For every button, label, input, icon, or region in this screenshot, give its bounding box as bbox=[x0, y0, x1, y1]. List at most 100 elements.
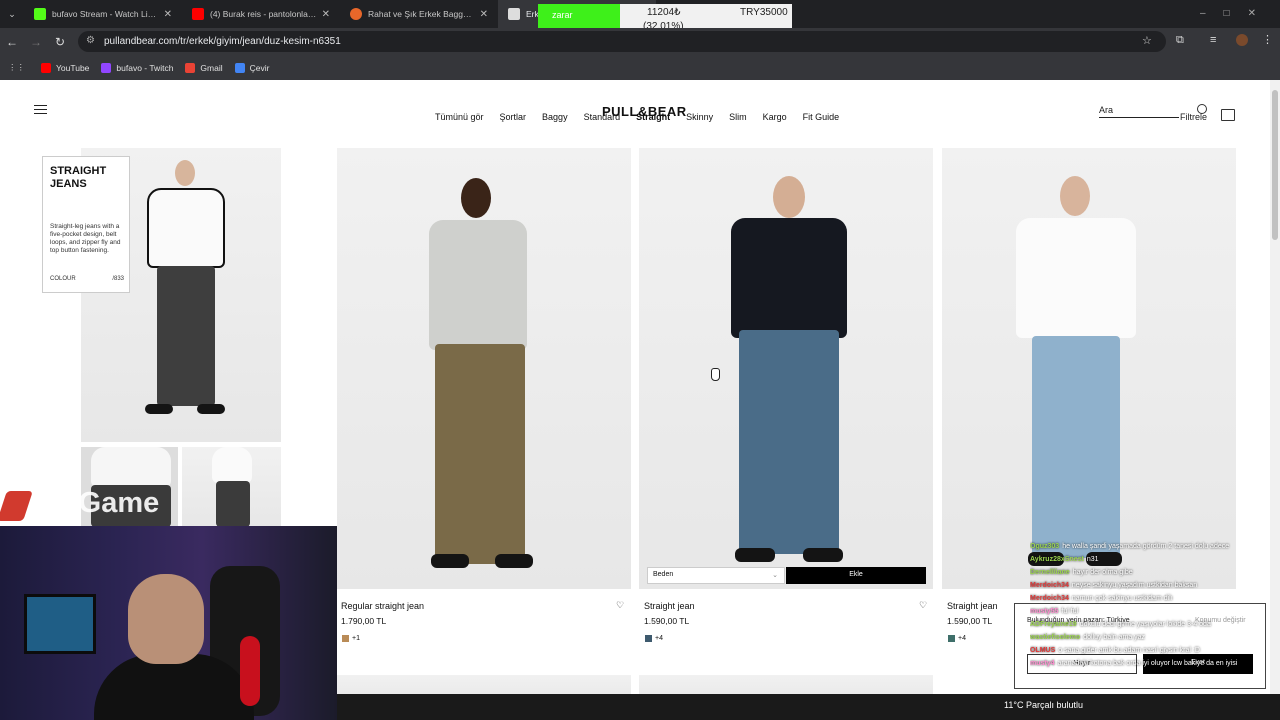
product-price: 1.590,00 TL bbox=[644, 616, 690, 626]
kick-icon bbox=[34, 8, 46, 20]
youtube-icon bbox=[41, 62, 51, 73]
hand-cursor-icon bbox=[711, 368, 720, 381]
chat-message: ADFreyaine19 dokulu dedi girme yaşıyolar … bbox=[1030, 621, 1211, 628]
chat-message: wastiefisolemo dolluy baln ama yaz bbox=[1030, 634, 1146, 641]
avatar[interactable] bbox=[1236, 34, 1248, 46]
category-cargo[interactable]: Kargo bbox=[763, 112, 787, 122]
shopping-bag-icon[interactable] bbox=[1221, 109, 1235, 121]
menu-icon[interactable]: ⋮ bbox=[1262, 33, 1273, 46]
promo-colour-label: COLOUR bbox=[50, 276, 76, 282]
product-image-3[interactable] bbox=[942, 148, 1236, 589]
bookmark-twitch[interactable]: bufavo - Twitch bbox=[101, 62, 174, 73]
back-icon[interactable]: ← bbox=[0, 35, 24, 49]
overlay-amount: 11204₺ bbox=[647, 7, 681, 18]
reload-icon[interactable]: ↻ bbox=[48, 35, 72, 49]
tab-kick[interactable]: bufavo Stream - Watch Live on ✕ bbox=[24, 0, 182, 28]
bookmark-youtube[interactable]: YouTube bbox=[41, 62, 90, 73]
overlay-goal: TRY35000 bbox=[740, 7, 788, 18]
size-select-label: Beden bbox=[653, 571, 674, 578]
chat-message: Aykruz28xSnest n31 bbox=[1030, 556, 1099, 563]
chat-message: Oguz303 he walla şandi yaşamada gördüm 2 … bbox=[1030, 543, 1230, 550]
close-icon[interactable]: ✕ bbox=[480, 9, 488, 20]
bookmark-label: Çevir bbox=[249, 62, 270, 73]
chat-message: Merdoich34 neyse sakinyu yaşadım ustkidan… bbox=[1030, 582, 1198, 589]
chat-message: musty55 ful ful bbox=[1030, 608, 1079, 615]
product-image-row2[interactable] bbox=[639, 675, 933, 694]
chat-message: Merdoich34 namun çok sakinyu ustkidam dil… bbox=[1030, 595, 1173, 602]
wishlist-heart-icon[interactable]: ♡ bbox=[616, 600, 624, 611]
apps-icon[interactable]: ⋮⋮ bbox=[8, 62, 25, 73]
star-icon[interactable]: ☆ bbox=[1142, 34, 1152, 47]
color-swatch[interactable] bbox=[645, 635, 652, 642]
product-price: 1.590,00 TL bbox=[947, 616, 993, 626]
weather-widget[interactable]: 11°C Parçalı bulutlu bbox=[1004, 700, 1083, 710]
product-name[interactable]: Straight jean bbox=[644, 601, 695, 611]
site-info-icon[interactable]: ⚙ bbox=[86, 35, 95, 46]
product-image-2[interactable] bbox=[639, 148, 933, 589]
forward-icon[interactable]: → bbox=[24, 35, 48, 49]
promo-footer: COLOUR /833 bbox=[50, 276, 124, 282]
webcam-streamer-head bbox=[128, 574, 204, 664]
promo-colour-code: /833 bbox=[112, 276, 124, 282]
product-name[interactable]: Straight jean bbox=[947, 601, 998, 611]
close-icon[interactable]: ✕ bbox=[164, 9, 172, 20]
user-icon[interactable] bbox=[1197, 104, 1207, 114]
bookmark-label: YouTube bbox=[56, 62, 90, 73]
category-nav: Tümünü gör Şortlar Baggy Standard Straig… bbox=[435, 112, 855, 122]
wishlist-heart-icon[interactable]: ♡ bbox=[919, 600, 927, 611]
category-standard[interactable]: Standard bbox=[584, 112, 621, 122]
color-swatch[interactable] bbox=[948, 635, 955, 642]
more-colors-count[interactable]: +4 bbox=[958, 635, 966, 642]
add-to-cart-button[interactable]: Ekle bbox=[786, 567, 926, 584]
bookmark-label: bufavo - Twitch bbox=[116, 62, 174, 73]
bookmark-gmail[interactable]: Gmail bbox=[185, 62, 223, 73]
search-input[interactable]: Ara bbox=[1099, 105, 1179, 118]
chat-message: Dernellliane hayır der olma gibe bbox=[1030, 569, 1133, 576]
tab-search-icon[interactable]: ⌄ bbox=[0, 9, 24, 20]
category-baggy[interactable]: Baggy bbox=[542, 112, 568, 122]
product-image-1[interactable] bbox=[337, 148, 631, 589]
bookmark-translate[interactable]: Çevir bbox=[234, 62, 270, 73]
chevron-down-icon: ⌄ bbox=[772, 572, 778, 579]
url-text: pullandbear.com/tr/erkek/giyim/jean/duz-… bbox=[104, 36, 341, 47]
tab-label: Rahat ve Şık Erkek Baggy Panto bbox=[368, 9, 476, 19]
tab-youtube[interactable]: (4) Burak reis - pantolonlarım y ✕ bbox=[182, 0, 340, 28]
category-fit-guide[interactable]: Fit Guide bbox=[803, 112, 840, 122]
media-icon[interactable]: ≡ bbox=[1210, 34, 1216, 46]
close-icon[interactable]: ✕ bbox=[322, 9, 330, 20]
hamburger-menu-icon[interactable] bbox=[34, 105, 47, 117]
promo-description: Straight-leg jeans with a five-pocket de… bbox=[50, 223, 121, 254]
promo-card[interactable]: STRAIGHT JEANS Straight-leg jeans with a… bbox=[42, 156, 130, 293]
window-controls[interactable]: –□✕ bbox=[1200, 8, 1274, 19]
extensions-icon[interactable]: ⧉ bbox=[1176, 34, 1184, 47]
pullbear-icon bbox=[508, 8, 520, 20]
webcam-feed bbox=[0, 526, 337, 720]
address-row: ← → ↻ pullandbear.com/tr/erkek/giyim/jea… bbox=[0, 28, 1280, 55]
url-bar[interactable]: pullandbear.com/tr/erkek/giyim/jean/duz-… bbox=[78, 31, 1166, 52]
stream-chat: Oguz303 he walla şandi yaşamada gördüm 2 … bbox=[1030, 540, 1272, 720]
size-select[interactable]: Beden ⌄ bbox=[647, 567, 785, 584]
color-swatch[interactable] bbox=[342, 635, 349, 642]
site-icon bbox=[350, 8, 362, 20]
youtube-icon bbox=[192, 8, 204, 20]
promo-title: STRAIGHT JEANS bbox=[50, 165, 107, 190]
category-slim[interactable]: Slim bbox=[729, 112, 747, 122]
webcam-microphone bbox=[240, 636, 260, 706]
category-all[interactable]: Tümünü gör bbox=[435, 112, 484, 122]
tab-label: (4) Burak reis - pantolonlarım y bbox=[210, 9, 318, 19]
chat-message: OLMUS o sana gider amk bu adam nasıl giys… bbox=[1030, 647, 1200, 654]
category-straight[interactable]: Straight bbox=[636, 112, 670, 122]
category-shorts[interactable]: Şortlar bbox=[500, 112, 527, 122]
chat-message: musty4 aranadaki kotona bak orda iyi oluy… bbox=[1030, 660, 1238, 667]
translate-icon bbox=[234, 62, 245, 73]
scrollbar-thumb[interactable] bbox=[1272, 90, 1278, 240]
product-price: 1.790,00 TL bbox=[341, 616, 387, 626]
webcam-background-tv bbox=[24, 594, 96, 654]
tab-label: bufavo Stream - Watch Live on bbox=[52, 9, 160, 19]
tab-baggy[interactable]: Rahat ve Şık Erkek Baggy Panto ✕ bbox=[340, 0, 498, 28]
product-image-row2[interactable] bbox=[337, 675, 631, 694]
category-skinny[interactable]: Skinny bbox=[686, 112, 713, 122]
more-colors-count[interactable]: +4 bbox=[655, 635, 663, 642]
product-name[interactable]: Regular straight jean bbox=[341, 601, 424, 611]
more-colors-count[interactable]: +1 bbox=[352, 635, 360, 642]
